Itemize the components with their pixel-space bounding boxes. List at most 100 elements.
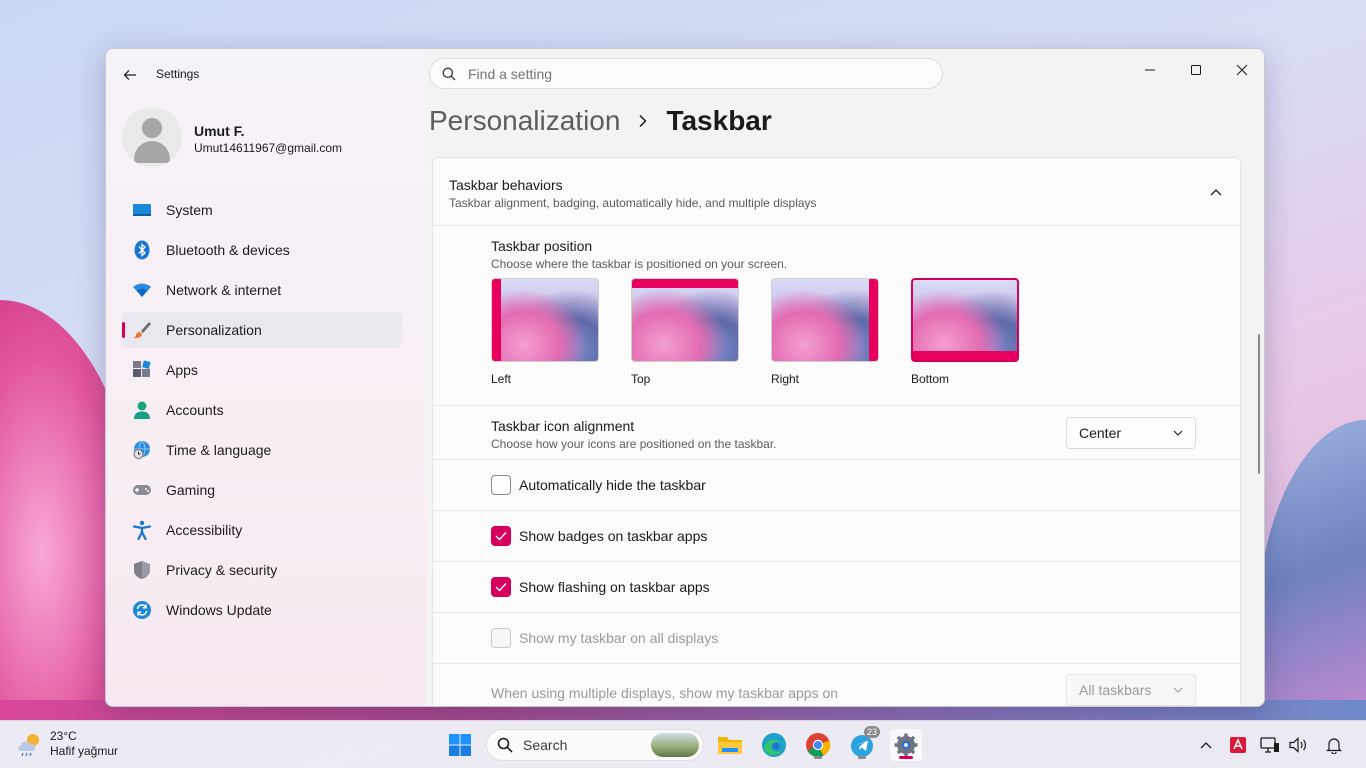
taskbar-preview-bar: [869, 279, 878, 361]
windows-logo-icon: [449, 734, 471, 756]
chrome-button[interactable]: [802, 729, 834, 761]
sidebar-item-label: System: [166, 202, 213, 218]
sidebar-item-system[interactable]: System: [122, 192, 402, 228]
bell-icon: [1326, 738, 1342, 754]
bluetooth-icon: [132, 240, 152, 260]
scrollbar[interactable]: [1258, 334, 1260, 474]
auto-hide-checkbox[interactable]: [491, 475, 511, 495]
weather-temperature: 23°C: [50, 729, 77, 743]
taskbar: 23°C Hafif yağmur Search 23: [0, 720, 1366, 768]
telegram-button[interactable]: 23: [846, 726, 880, 761]
auto-hide-label: Automatically hide the taskbar: [519, 477, 706, 493]
sidebar-item-label: Privacy & security: [166, 562, 278, 578]
taskbar-position-subtitle: Choose where the taskbar is positioned o…: [491, 257, 788, 271]
chevron-right-icon: [638, 114, 648, 128]
file-explorer-button[interactable]: [714, 729, 746, 761]
gear-icon: [894, 733, 918, 757]
section-subtitle: Taskbar alignment, badging, automaticall…: [449, 196, 817, 210]
taskbar-position-row: Taskbar position Choose where the taskba…: [433, 226, 1240, 406]
sidebar-item-network[interactable]: Network & internet: [122, 272, 402, 308]
minimize-icon: [1145, 69, 1155, 71]
minimize-button[interactable]: [1127, 55, 1173, 85]
tray-app-button[interactable]: [1226, 733, 1250, 757]
apps-icon: [132, 360, 152, 380]
section-title: Taskbar behaviors: [449, 177, 563, 193]
monitor-icon: [132, 200, 152, 220]
taskbar-search[interactable]: Search: [486, 729, 704, 761]
back-arrow-icon: [123, 70, 136, 80]
multi-display-dropdown[interactable]: All taskbars: [1066, 674, 1196, 706]
sidebar-item-label: Windows Update: [166, 602, 272, 618]
search-input[interactable]: [468, 65, 888, 82]
update-icon: [132, 600, 152, 620]
wifi-icon: [132, 280, 152, 300]
icon-alignment-subtitle: Choose how your icons are positioned on …: [491, 437, 777, 451]
maximize-icon: [1191, 65, 1201, 75]
notifications-button[interactable]: [1322, 733, 1346, 757]
position-option-bottom[interactable]: [911, 278, 1019, 362]
badges-checkbox[interactable]: [491, 526, 511, 546]
sidebar-item-privacy[interactable]: Privacy & security: [122, 552, 402, 588]
dropdown-value: Center: [1079, 425, 1122, 441]
taskbar-preview-bar: [913, 351, 1017, 360]
title-bar: Settings: [106, 49, 1264, 97]
settings-button[interactable]: [890, 729, 922, 761]
position-label-top: Top: [631, 372, 651, 386]
sidebar-item-time-language[interactable]: Time & language: [122, 432, 402, 468]
position-option-left[interactable]: [491, 278, 599, 362]
sidebar-item-label: Network & internet: [166, 282, 282, 298]
app-title: Settings: [156, 67, 200, 81]
sidebar-item-accessibility[interactable]: Accessibility: [122, 512, 402, 548]
flashing-label: Show flashing on taskbar apps: [519, 579, 710, 595]
volume-button[interactable]: [1286, 733, 1310, 757]
start-button[interactable]: [444, 729, 476, 761]
search-highlight-image: [651, 733, 699, 757]
flashing-row: Show flashing on taskbar apps: [433, 562, 1240, 613]
running-indicator: [858, 756, 866, 759]
gamepad-icon: [132, 480, 152, 500]
close-button[interactable]: [1219, 55, 1264, 85]
weather-rain-icon: [18, 734, 39, 757]
edge-button[interactable]: [758, 729, 790, 761]
section-header[interactable]: Taskbar behaviors Taskbar alignment, bad…: [433, 158, 1240, 226]
sidebar-item-personalization[interactable]: Personalization: [122, 312, 402, 348]
network-status-button[interactable]: [1258, 733, 1282, 757]
weather-description: Hafif yağmur: [50, 744, 119, 758]
sidebar-item-gaming[interactable]: Gaming: [122, 472, 402, 508]
sidebar-item-bluetooth[interactable]: Bluetooth & devices: [122, 232, 402, 268]
settings-search[interactable]: [429, 58, 943, 89]
breadcrumb-parent[interactable]: Personalization: [429, 105, 620, 137]
globe-clock-icon: [132, 440, 152, 460]
auto-hide-row: Automatically hide the taskbar: [433, 460, 1240, 511]
position-option-top[interactable]: [631, 278, 739, 362]
position-label-right: Right: [771, 372, 800, 386]
flashing-checkbox[interactable]: [491, 577, 511, 597]
user-email: Umut14611967@gmail.com: [194, 141, 343, 155]
dropdown-value: All taskbars: [1079, 682, 1152, 698]
search-icon: [442, 67, 456, 80]
icon-alignment-dropdown[interactable]: Center: [1066, 417, 1196, 449]
close-icon: [1236, 64, 1248, 76]
sidebar-item-label: Time & language: [166, 442, 272, 458]
all-displays-checkbox[interactable]: [491, 628, 511, 648]
taskbar-preview-bar: [632, 279, 738, 288]
position-label-left: Left: [491, 372, 512, 386]
badges-row: Show badges on taskbar apps: [433, 511, 1240, 562]
brush-icon: [132, 320, 152, 340]
weather-widget[interactable]: 23°C Hafif yağmur: [16, 729, 118, 759]
avatar[interactable]: [122, 107, 182, 167]
back-button[interactable]: [118, 63, 142, 87]
network-monitor-icon: [1260, 737, 1279, 753]
icon-alignment-row: Taskbar icon alignment Choose how your i…: [433, 406, 1240, 460]
maximize-button[interactable]: [1173, 55, 1219, 85]
user-name: Umut F.: [194, 123, 245, 139]
accessibility-icon: [132, 520, 152, 540]
all-displays-row: Show my taskbar on all displays: [433, 613, 1240, 664]
avatar-body: [134, 141, 170, 163]
show-hidden-icons-button[interactable]: [1194, 733, 1218, 757]
sidebar-item-apps[interactable]: Apps: [122, 352, 402, 388]
position-option-right[interactable]: [771, 278, 879, 362]
sidebar-item-windows-update[interactable]: Windows Update: [122, 592, 402, 628]
chevron-up-icon[interactable]: [1206, 182, 1226, 202]
sidebar-item-accounts[interactable]: Accounts: [122, 392, 402, 428]
